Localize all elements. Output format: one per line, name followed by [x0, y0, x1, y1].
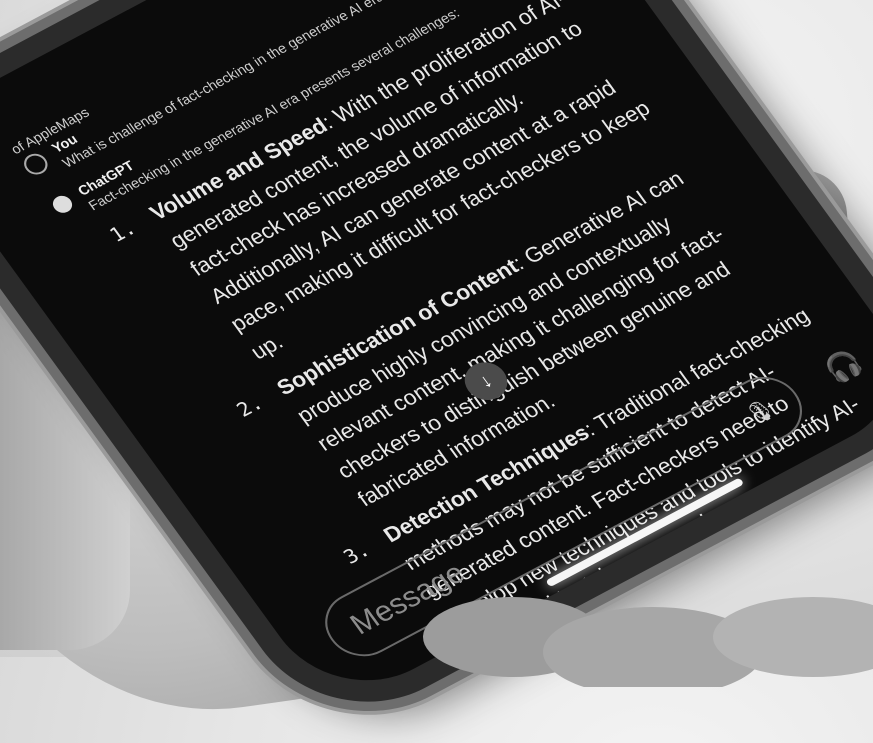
arrow-down-icon: ↓ — [475, 369, 497, 393]
bottom-fingers — [423, 597, 873, 687]
photo-scene: of AppleMaps You What is challenge of fa… — [0, 0, 873, 743]
chatgpt-logo-icon — [49, 192, 76, 216]
